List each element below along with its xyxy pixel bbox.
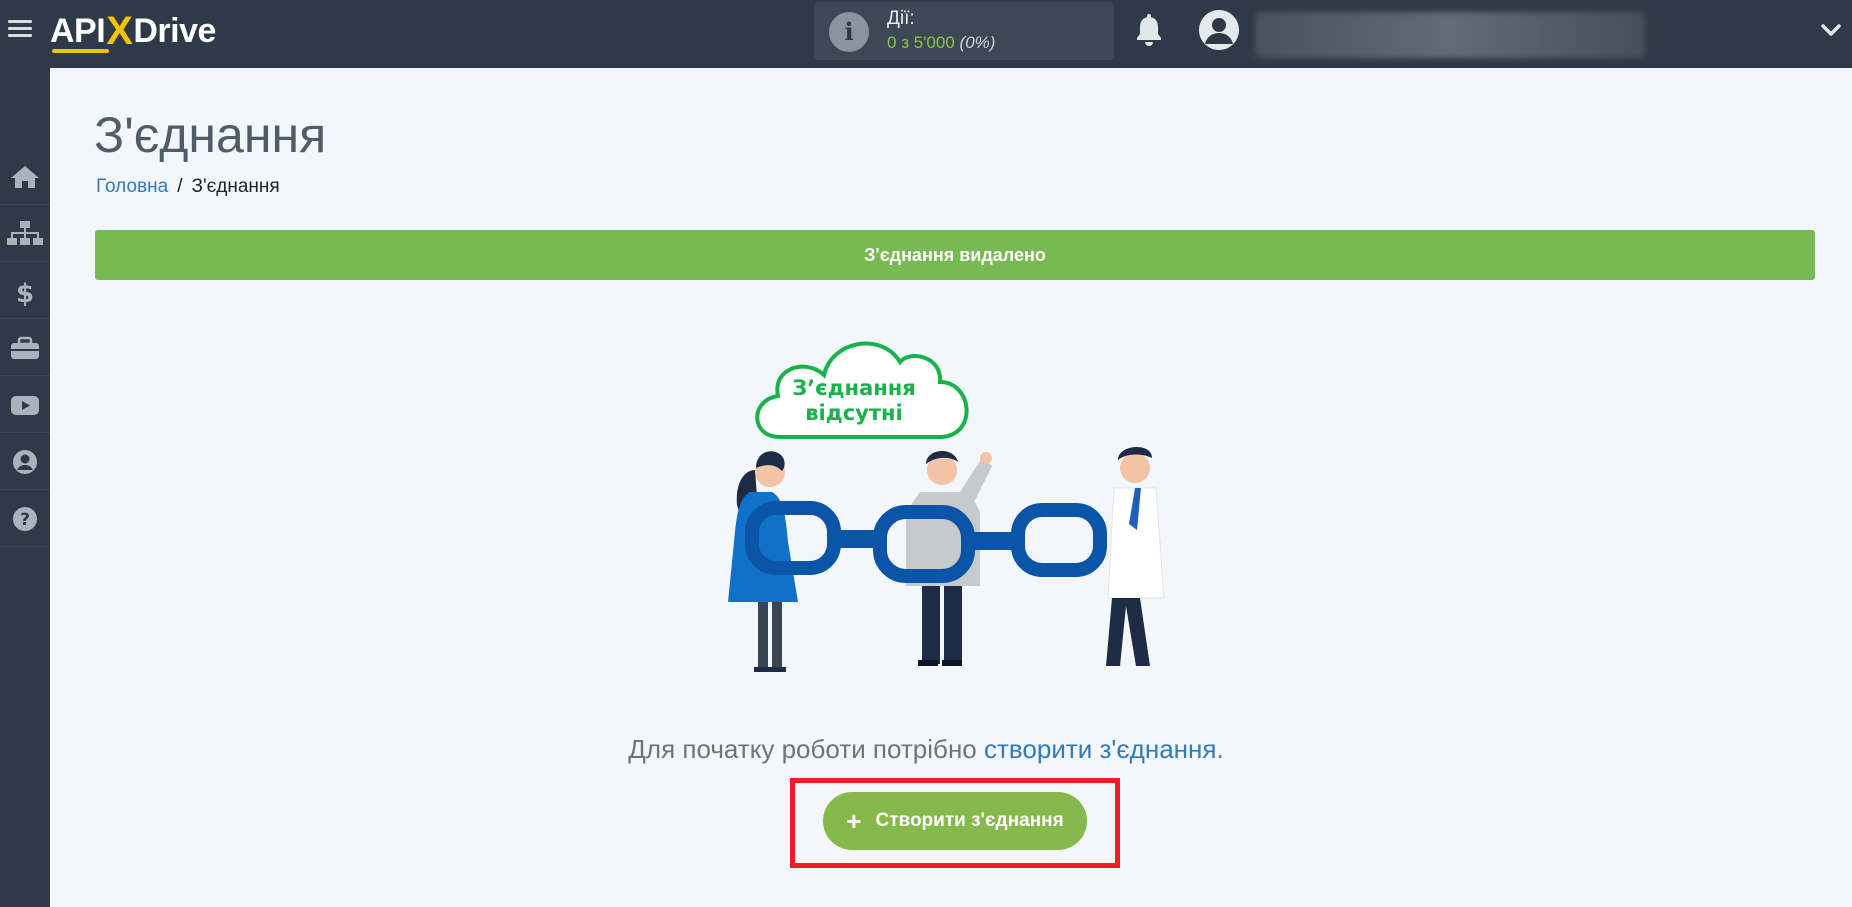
sitemap-icon: [7, 221, 43, 245]
breadcrumb-current: З'єднання: [191, 176, 280, 197]
empty-state-message: Для початку роботи потрібно створити з'є…: [400, 734, 1452, 765]
info-icon[interactable]: i: [829, 12, 869, 52]
youtube-icon: [11, 396, 39, 415]
svg-text:?: ?: [20, 510, 30, 530]
logo-drive-text: Drive: [133, 11, 216, 50]
actions-used: 0: [887, 33, 897, 52]
sidebar-item-video[interactable]: [0, 376, 50, 433]
breadcrumb-home-link[interactable]: Головна: [96, 176, 168, 197]
chevron-down-icon[interactable]: [1820, 22, 1842, 38]
apix-drive-logo[interactable]: API X Drive: [50, 6, 216, 56]
logo-api-text: API: [50, 11, 110, 53]
cloud-text-line2: відсутні: [805, 401, 902, 425]
briefcase-icon: [11, 336, 39, 359]
sidebar: $ ?: [0, 68, 50, 907]
svg-text:$: $: [16, 279, 34, 306]
success-alert: З'єднання видалено: [95, 230, 1815, 280]
sidebar-item-connections[interactable]: [0, 205, 50, 262]
sidebar-item-profile[interactable]: [0, 433, 50, 490]
create-connection-link[interactable]: створити з'єднання: [984, 734, 1216, 764]
helper-end: .: [1216, 734, 1224, 764]
create-connection-button[interactable]: + Створити з'єднання: [823, 792, 1087, 850]
logo-x-text: X: [106, 8, 133, 53]
sidebar-item-billing[interactable]: $: [0, 262, 50, 319]
cloud-text-line1: З’єднання: [792, 376, 916, 400]
help-icon: ?: [13, 507, 37, 531]
no-connections-illustration: З’єднання відсутні: [728, 341, 1165, 672]
actions-sep: з: [901, 33, 909, 52]
middle-man-figure: [906, 450, 992, 666]
plus-icon: +: [846, 806, 862, 836]
right-man-figure: [1106, 446, 1165, 666]
page-title: З'єднання: [94, 107, 327, 163]
user-avatar-icon[interactable]: [1199, 10, 1239, 50]
helper-text: Для початку роботи потрібно: [628, 734, 984, 764]
create-connection-button-label: Створити з'єднання: [875, 810, 1064, 831]
dollar-icon: $: [16, 279, 34, 306]
bell-icon[interactable]: [1133, 14, 1165, 48]
breadcrumb-separator: /: [177, 176, 183, 197]
actions-value: 0 з 5'000 (0%): [887, 33, 995, 53]
actions-label: Дії:: [887, 8, 915, 29]
user-circle-icon: [13, 450, 37, 474]
home-icon: [11, 166, 39, 188]
sidebar-item-business[interactable]: [0, 319, 50, 376]
top-bar: API X Drive i Дії: 0 з 5'000 (0%): [0, 0, 1852, 68]
user-name-blurred[interactable]: [1255, 12, 1645, 58]
breadcrumb: Головна / З'єднання: [96, 176, 280, 198]
actions-percent: (0%): [959, 33, 996, 52]
actions-counter: i Дії: 0 з 5'000 (0%): [814, 2, 1114, 60]
sidebar-item-home[interactable]: [0, 148, 50, 205]
sidebar-item-help[interactable]: ?: [0, 490, 50, 547]
menu-icon[interactable]: [8, 17, 32, 41]
actions-limit: 5'000: [913, 33, 955, 52]
